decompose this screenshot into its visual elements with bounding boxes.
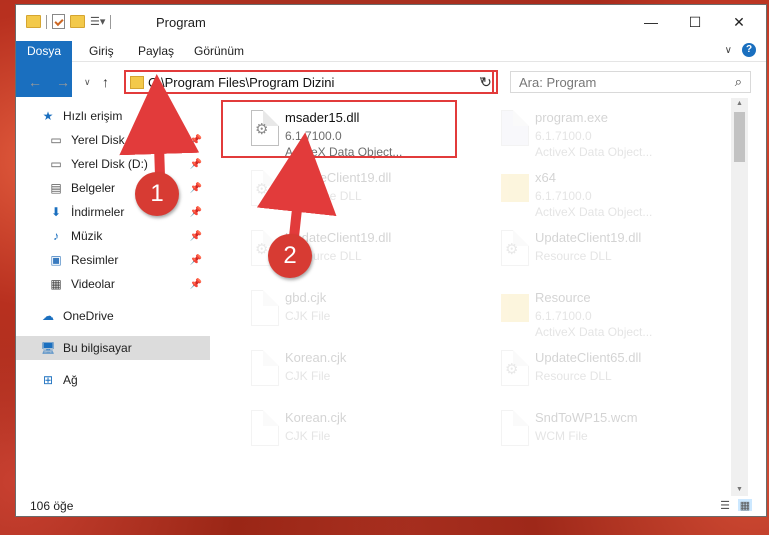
callout-2: 2 [268, 234, 312, 278]
annotation-arrows [119, 74, 337, 247]
arrow-1 [119, 74, 200, 177]
callout-1: 1 [135, 172, 179, 216]
